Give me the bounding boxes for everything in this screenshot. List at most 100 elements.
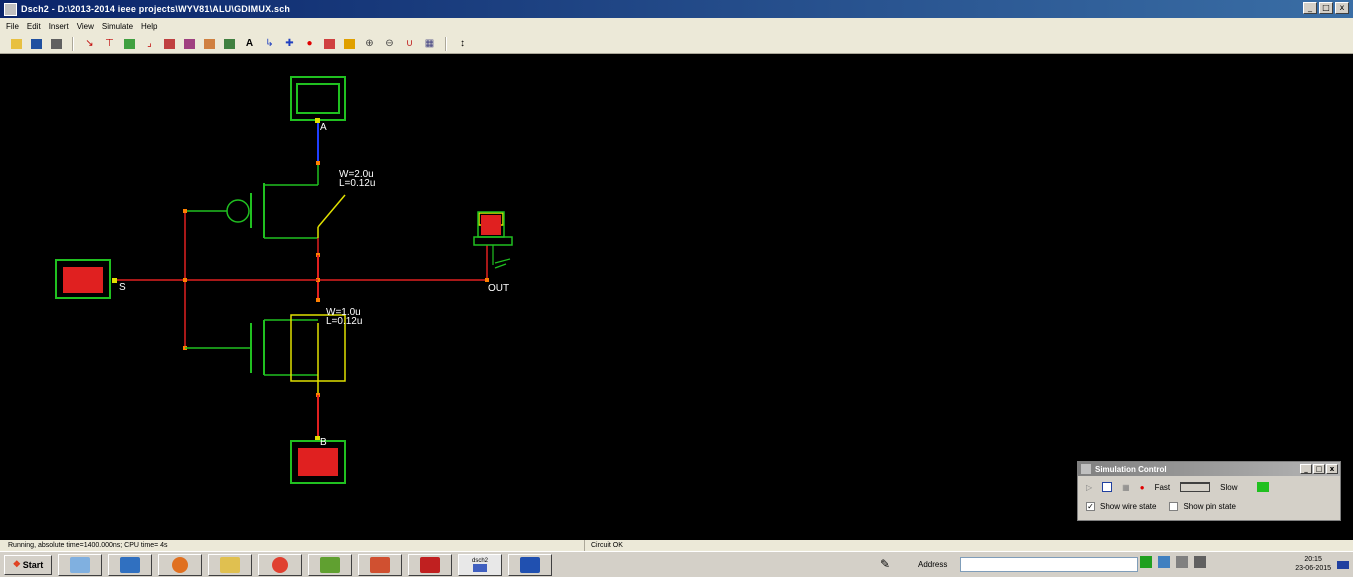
media-icon: [320, 556, 340, 573]
input-a-inner: [296, 83, 340, 114]
sim-window-controls: _ □ x: [1300, 464, 1338, 474]
record-icon[interactable]: ●: [1140, 483, 1145, 492]
signal-icon[interactable]: [1194, 556, 1206, 568]
menu-view[interactable]: View: [77, 22, 94, 31]
volume-icon[interactable]: [1176, 556, 1188, 568]
line-icon[interactable]: ✚: [281, 36, 298, 52]
extract-icon[interactable]: ∪: [401, 36, 418, 52]
show-pin-state-checkbox[interactable]: [1169, 502, 1179, 511]
sim-minimize-button[interactable]: _: [1300, 464, 1312, 474]
maximize-button[interactable]: □: [1319, 2, 1333, 14]
edit-icon[interactable]: ✎: [880, 557, 890, 571]
task-folder[interactable]: [208, 553, 252, 576]
zoom-in-icon[interactable]: ⊕: [361, 36, 378, 52]
start-button[interactable]: ❖ Start: [4, 554, 52, 575]
symbol-icon[interactable]: [181, 36, 198, 52]
close-button[interactable]: x: [1335, 2, 1349, 14]
acrobat-icon: [420, 556, 440, 573]
show-desktop-icon[interactable]: [1337, 561, 1349, 569]
show-pin-state-label: Show pin state: [1183, 502, 1236, 511]
chart-icon[interactable]: [341, 36, 358, 52]
nmos-icon[interactable]: ⊤: [101, 36, 118, 52]
play-icon[interactable]: ▷: [1086, 483, 1092, 492]
sim-title-bar[interactable]: Simulation Control _ □ x: [1078, 462, 1340, 476]
label-nmos-l: L=0.12u: [326, 316, 363, 327]
task-firefox[interactable]: [158, 553, 202, 576]
menu-edit[interactable]: Edit: [27, 22, 41, 31]
go-icon[interactable]: [1140, 556, 1152, 568]
sim-title: Simulation Control: [1095, 464, 1167, 474]
component-icon[interactable]: [161, 36, 178, 52]
toolbar-separator: [445, 36, 447, 51]
toolbar-separator: [72, 36, 74, 51]
speed-slider[interactable]: [1180, 482, 1211, 492]
task-outlook[interactable]: [108, 553, 152, 576]
outlook-icon: [120, 556, 140, 573]
toolbar: ↘ ⊤ ⌟ A ↳ ✚ ● ⊕ ⊖ ∪ ▦ ↕: [0, 34, 1353, 54]
task-acrobat[interactable]: [408, 553, 452, 576]
step-icon[interactable]: ▦: [1122, 483, 1130, 492]
move-icon[interactable]: ↕: [454, 36, 471, 52]
explorer-icon: [70, 556, 90, 573]
pmos-icon[interactable]: [121, 36, 138, 52]
clock-time: 20:15: [1304, 556, 1322, 563]
network-icon[interactable]: [1158, 556, 1170, 568]
save-icon[interactable]: [28, 36, 45, 52]
open-icon[interactable]: [8, 36, 25, 52]
input-s-fill: [63, 267, 103, 293]
label-out: OUT: [488, 283, 510, 294]
menu-help[interactable]: Help: [141, 22, 157, 31]
menu-bar: File Edit Insert View Simulate Help: [0, 18, 1353, 34]
connect-icon[interactable]: ↳: [261, 36, 278, 52]
timing-icon[interactable]: [321, 36, 338, 52]
task-media[interactable]: [308, 553, 352, 576]
show-wire-state-label: Show wire state: [1100, 502, 1157, 511]
input-b-fill: [298, 448, 338, 476]
task-chrome[interactable]: [258, 553, 302, 576]
wire-icon[interactable]: ⌟: [141, 36, 158, 52]
menu-simulate[interactable]: Simulate: [102, 22, 133, 31]
show-wire-state-checkbox[interactable]: ✓: [1086, 502, 1095, 511]
node: [316, 298, 320, 302]
menu-file[interactable]: File: [6, 22, 19, 31]
text-icon[interactable]: A: [241, 36, 258, 52]
task-explorer[interactable]: [58, 553, 102, 576]
sim-maximize-button[interactable]: □: [1313, 464, 1325, 474]
pmos-switch: [317, 194, 346, 228]
window-controls: _ □ x: [1303, 2, 1349, 14]
label-s: S: [119, 282, 126, 293]
clock[interactable]: 20:15 23-06-2015: [1295, 555, 1331, 573]
bus-icon[interactable]: [221, 36, 238, 52]
task-word[interactable]: [508, 553, 552, 576]
task-powerpoint[interactable]: [358, 553, 402, 576]
address-input[interactable]: [960, 557, 1138, 572]
folder-icon: [220, 556, 240, 573]
arrow-icon[interactable]: ↘: [81, 36, 98, 52]
run-icon[interactable]: ●: [301, 36, 318, 52]
status-simulation: Running, absolute time=1400.000ns; CPU t…: [0, 540, 585, 551]
sim-options-row: ✓ Show wire state Show pin state: [1086, 502, 1236, 511]
window-title: Dsch2 - D:\2013-2014 ieee projects\WYV81…: [21, 4, 291, 14]
layout-icon[interactable]: ▦: [421, 36, 438, 52]
grid-icon[interactable]: [201, 36, 218, 52]
windows-logo-icon: ❖: [12, 559, 21, 569]
status-led-icon: [1257, 482, 1270, 492]
node: [183, 209, 187, 213]
powerpoint-icon: [370, 556, 390, 573]
label-pmos-l: L=0.12u: [339, 178, 376, 189]
title-bar[interactable]: Dsch2 - D:\2013-2014 ieee projects\WYV81…: [0, 0, 1353, 18]
firefox-icon: [172, 556, 188, 573]
sim-close-button[interactable]: x: [1326, 464, 1338, 474]
taskbar: ❖ Start dsch2 ✎ Address 20:15 23-06-2015: [0, 551, 1353, 577]
pmos-bubble: [226, 199, 250, 223]
zoom-out-icon[interactable]: ⊖: [381, 36, 398, 52]
menu-insert[interactable]: Insert: [49, 22, 69, 31]
minimize-button[interactable]: _: [1303, 2, 1317, 14]
word-icon: [520, 556, 540, 573]
stop-icon[interactable]: [1102, 482, 1113, 492]
task-dsch2[interactable]: dsch2: [458, 553, 502, 576]
print-icon[interactable]: [48, 36, 65, 52]
node: [485, 278, 489, 282]
app-icon: [4, 2, 17, 16]
node: [316, 161, 320, 165]
